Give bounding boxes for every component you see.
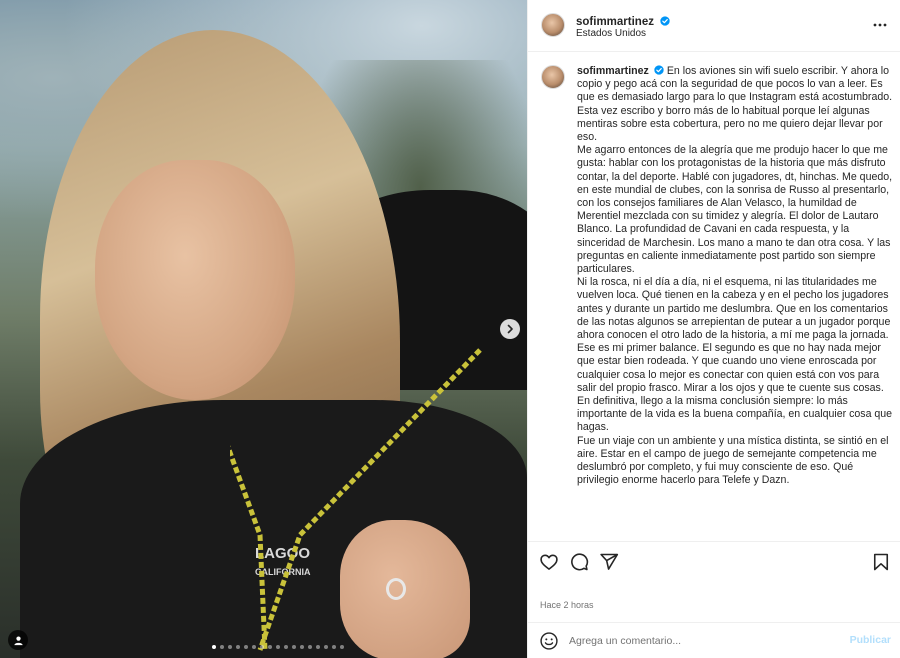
carousel-dot xyxy=(292,645,296,649)
post-photo[interactable]: LAGOO CALIFORNIA xyxy=(0,0,527,658)
comment-input[interactable] xyxy=(569,631,839,651)
carousel-dot xyxy=(284,645,288,649)
more-options-button[interactable] xyxy=(871,16,889,34)
carousel-dot xyxy=(324,645,328,649)
carousel-dot xyxy=(308,645,312,649)
heart-icon[interactable] xyxy=(539,552,559,572)
verified-badge-icon xyxy=(654,65,664,75)
caption-text: sofimmartinez En los aviones sin wifi sue… xyxy=(577,65,895,488)
carousel-dot xyxy=(236,645,240,649)
carousel-dot xyxy=(260,645,264,649)
carousel-dot xyxy=(300,645,304,649)
post-details-panel: sofimmartinez Estados Unidos sofimmartin… xyxy=(527,0,900,658)
carousel-next-button[interactable] xyxy=(500,319,520,339)
bookmark-icon[interactable] xyxy=(871,552,891,572)
carousel-dot xyxy=(268,645,272,649)
caption-paragraph: Esta vez escribo y borro más de lo habit… xyxy=(577,104,883,144)
verified-badge-icon xyxy=(660,16,671,26)
photo-ring xyxy=(386,578,406,600)
chevron-right-icon xyxy=(507,324,513,334)
carousel-dot xyxy=(212,645,216,649)
carousel-dot xyxy=(316,645,320,649)
carousel-dot xyxy=(220,645,224,649)
user-icon xyxy=(13,636,23,645)
comment-bar: Publicar xyxy=(528,622,900,658)
tagged-users-button[interactable] xyxy=(8,630,28,650)
post-timestamp[interactable]: Hace 2 horas xyxy=(540,600,594,610)
carousel-dot xyxy=(340,645,344,649)
send-icon[interactable] xyxy=(599,552,619,572)
carousel-dot xyxy=(244,645,248,649)
caption-username[interactable]: sofimmartinez xyxy=(577,65,649,77)
caption-paragraph: Me agarro entonces de la alegría que me … xyxy=(577,144,893,276)
carousel-dot xyxy=(228,645,232,649)
post-actions xyxy=(528,541,900,581)
caption-paragraph: Ni la rosca, ni el día a día, ni el esqu… xyxy=(577,276,891,342)
more-horizontal-icon xyxy=(873,23,887,27)
carousel-indicator xyxy=(212,645,344,651)
post-location[interactable]: Estados Unidos xyxy=(576,28,646,39)
carousel-dot xyxy=(332,645,336,649)
comment-icon[interactable] xyxy=(569,552,589,572)
caption-paragraph: Ese es mi primer balance. El segundo es … xyxy=(577,342,893,434)
post-header: sofimmartinez Estados Unidos xyxy=(528,0,900,52)
caption-paragraph: sofimmartinez En los aviones sin wifi sue… xyxy=(577,65,895,105)
avatar[interactable] xyxy=(541,13,565,37)
emoji-icon[interactable] xyxy=(539,631,559,651)
caption-paragraph: Fue un viaje con un ambiente y una místi… xyxy=(577,434,889,487)
post-comment-button[interactable]: Publicar xyxy=(850,634,891,646)
carousel-dot xyxy=(276,645,280,649)
avatar[interactable] xyxy=(541,65,565,89)
header-username[interactable]: sofimmartinez xyxy=(576,16,654,28)
caption-area: sofimmartinez En los aviones sin wifi sue… xyxy=(528,53,900,541)
carousel-dot xyxy=(252,645,256,649)
